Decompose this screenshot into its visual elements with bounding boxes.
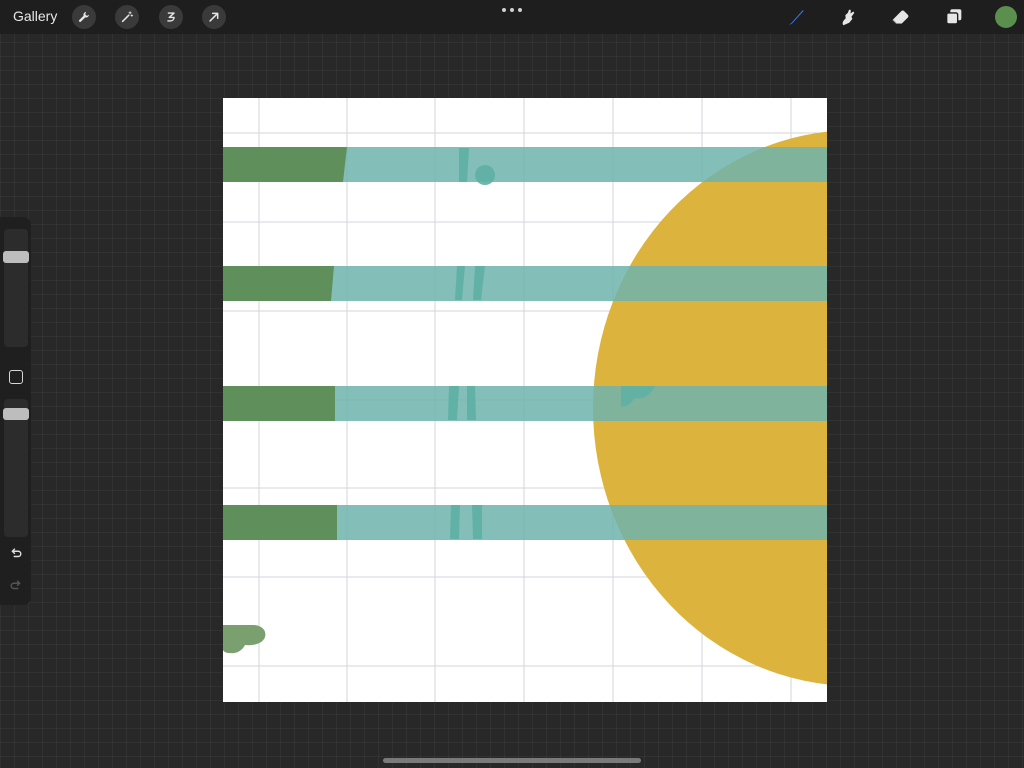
undo-icon [11, 548, 22, 558]
color-picker-button[interactable] [995, 6, 1017, 28]
redo-icon [10, 580, 21, 590]
eraser-tool-button[interactable] [888, 4, 914, 30]
redo-button[interactable] [7, 576, 25, 594]
layers-icon [945, 9, 962, 25]
brush-tool-button[interactable] [783, 4, 809, 30]
arrow-cursor-icon [209, 12, 219, 22]
magic-wand-icon [121, 11, 133, 23]
brush-opacity-slider-thumb[interactable] [3, 408, 29, 420]
actions-button[interactable] [72, 5, 96, 29]
selection-button[interactable] [159, 5, 183, 29]
green-stripes [223, 147, 347, 540]
brush-size-slider-thumb[interactable] [3, 251, 29, 263]
adjustments-button[interactable] [115, 5, 139, 29]
home-indicator[interactable] [383, 758, 641, 763]
artwork [223, 98, 827, 702]
selection-s-icon [167, 12, 175, 22]
eraser-icon [892, 10, 909, 24]
modify-button[interactable] [9, 370, 23, 384]
smudge-icon [842, 9, 855, 26]
gallery-button[interactable]: Gallery [13, 8, 57, 24]
smudge-tool-button[interactable] [835, 4, 861, 30]
brush-opacity-slider[interactable] [3, 399, 29, 537]
drawing-canvas[interactable] [223, 98, 827, 702]
brush-size-slider[interactable] [3, 229, 29, 347]
brush-icon [788, 10, 804, 25]
left-sidebar [0, 217, 31, 605]
more-menu-icon[interactable] [502, 4, 522, 16]
wrench-icon [78, 11, 89, 22]
layers-tool-button[interactable] [941, 4, 967, 30]
undo-button[interactable] [7, 544, 25, 562]
transform-button[interactable] [202, 5, 226, 29]
top-toolbar: Gallery [0, 0, 1024, 34]
